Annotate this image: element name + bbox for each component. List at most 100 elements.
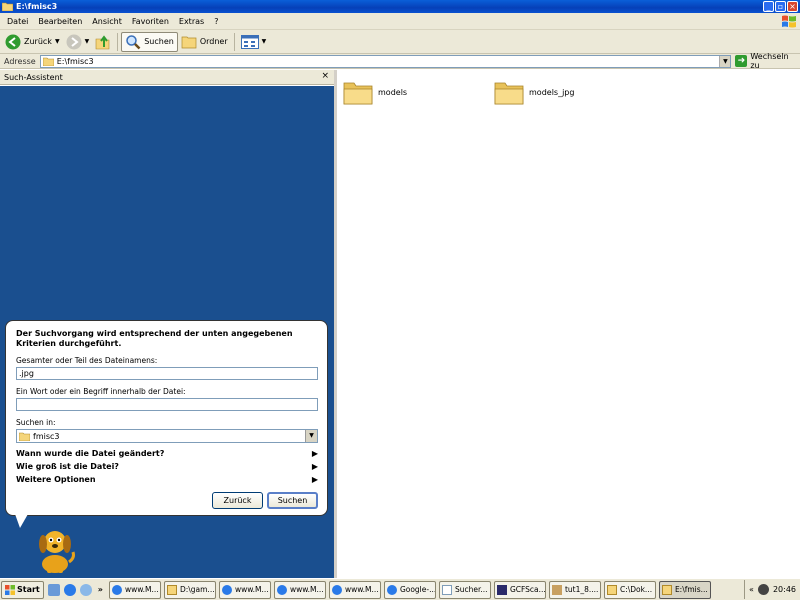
option-more[interactable]: Weitere Optionen ▶ bbox=[16, 475, 318, 485]
views-icon bbox=[240, 34, 259, 49]
file-name: models bbox=[378, 87, 408, 97]
ie-icon bbox=[111, 584, 122, 595]
expand-arrow-icon: ▶ bbox=[311, 462, 318, 471]
expand-arrow-icon: ▶ bbox=[311, 449, 318, 458]
menu-bearbeiten[interactable]: Bearbeiten bbox=[33, 13, 87, 30]
task-label: tut1_8.... bbox=[564, 585, 599, 594]
task-button[interactable]: Sucher... bbox=[438, 580, 491, 599]
chevron-down-icon[interactable]: ▼ bbox=[719, 55, 731, 67]
minimize-button[interactable]: _ bbox=[763, 1, 774, 12]
option-date-modified[interactable]: Wann wurde die Datei geändert? ▶ bbox=[16, 449, 318, 459]
search-balloon: Der Suchvorgang wird entsprechend der un… bbox=[5, 320, 328, 516]
folders-button[interactable]: Ordner bbox=[178, 32, 231, 52]
search-icon bbox=[126, 34, 141, 49]
back-arrow-icon bbox=[5, 34, 21, 49]
search-label: Suchen bbox=[144, 37, 174, 46]
title-bar[interactable]: E:\fmisc3 _ ▫ × bbox=[0, 0, 800, 13]
address-input[interactable]: E:\fmisc3 ▼ bbox=[39, 54, 732, 68]
menu-help[interactable]: ? bbox=[209, 13, 223, 30]
ie-icon bbox=[276, 584, 287, 595]
text-search-input[interactable] bbox=[16, 398, 318, 411]
folder-icon bbox=[606, 584, 617, 595]
task-button[interactable]: D:\gam... bbox=[163, 580, 216, 599]
tray-app-icon[interactable] bbox=[757, 584, 769, 595]
search-dog-icon[interactable] bbox=[33, 526, 77, 574]
folder-icon bbox=[343, 82, 373, 105]
forward-button[interactable]: ▼ bbox=[63, 32, 93, 52]
menu-ansicht[interactable]: Ansicht bbox=[87, 13, 127, 30]
menu-favoriten[interactable]: Favoriten bbox=[127, 13, 174, 30]
quick-launch-chevron[interactable]: » bbox=[98, 585, 103, 594]
up-folder-icon bbox=[95, 34, 110, 49]
list-item[interactable]: models bbox=[343, 79, 407, 105]
option-file-size[interactable]: Wie groß ist die Datei? ▶ bbox=[16, 462, 318, 472]
up-folder-button[interactable] bbox=[92, 32, 114, 52]
filename-input[interactable] bbox=[16, 367, 318, 380]
maximize-button[interactable]: ▫ bbox=[775, 1, 786, 12]
search-button[interactable]: Suchen bbox=[121, 31, 178, 52]
task-label: www.M... bbox=[234, 585, 269, 594]
start-search-button[interactable]: Suchen bbox=[267, 492, 318, 509]
taskbar: Start » www.M... D:\gam... www.M... www.… bbox=[0, 578, 800, 600]
address-value: E:\fmisc3 bbox=[56, 56, 94, 66]
toolbar: Zurück ▼ ▼ Suchen Ordner ▼ bbox=[0, 30, 800, 54]
folder-icon bbox=[661, 584, 672, 595]
toolbar-separator bbox=[117, 32, 119, 51]
search-pane-title: Such-Assistent bbox=[4, 72, 63, 82]
task-button[interactable]: www.M... bbox=[273, 580, 326, 599]
list-item[interactable]: models_jpg bbox=[494, 79, 574, 105]
task-label: www.M... bbox=[344, 585, 379, 594]
archive-icon bbox=[551, 584, 562, 595]
ie-icon[interactable] bbox=[63, 583, 76, 596]
close-icon[interactable]: × bbox=[321, 71, 329, 81]
look-in-select[interactable]: fmisc3 ▼ bbox=[16, 429, 318, 443]
system-tray: « 20:46 bbox=[744, 580, 800, 599]
task-label: C:\Dok... bbox=[619, 585, 653, 594]
go-button[interactable]: ➜ Wechseln zu bbox=[735, 52, 800, 70]
chevron-down-icon[interactable]: ▼ bbox=[55, 38, 60, 45]
task-button[interactable]: www.M... bbox=[108, 580, 161, 599]
views-button[interactable]: ▼ bbox=[238, 32, 270, 52]
folder-icon bbox=[181, 36, 197, 48]
go-label: Wechseln zu bbox=[750, 52, 789, 70]
task-button[interactable]: tut1_8.... bbox=[548, 580, 601, 599]
look-in-label: Suchen in: bbox=[16, 418, 56, 427]
back-button[interactable]: Zurück ▼ bbox=[2, 32, 63, 52]
look-in-value: fmisc3 bbox=[33, 431, 60, 441]
menu-datei[interactable]: Datei bbox=[2, 13, 33, 30]
task-button-active[interactable]: E:\fmis... bbox=[658, 580, 711, 599]
close-button[interactable]: × bbox=[787, 1, 798, 12]
back-label: Zurück bbox=[24, 37, 52, 46]
ie-icon bbox=[331, 584, 342, 595]
search-pane: Der Suchvorgang wird entsprechend der un… bbox=[0, 86, 334, 578]
task-button[interactable]: www.M... bbox=[218, 580, 271, 599]
option-label: Wie groß ist die Datei? bbox=[16, 462, 119, 471]
chevron-down-icon[interactable]: ▼ bbox=[305, 430, 317, 442]
show-desktop-icon[interactable] bbox=[47, 583, 60, 596]
back-search-button[interactable]: Zurück bbox=[212, 492, 263, 509]
filename-label: Gesamter oder Teil des Dateinamens: bbox=[16, 356, 158, 365]
task-label: GCFSca... bbox=[509, 585, 546, 594]
expand-arrow-icon: ▶ bbox=[311, 475, 318, 484]
folders-label: Ordner bbox=[199, 37, 228, 46]
task-button[interactable]: GCFSca... bbox=[493, 580, 546, 599]
chevron-down-icon[interactable]: ▼ bbox=[85, 38, 90, 45]
task-button[interactable]: C:\Dok... bbox=[603, 580, 656, 599]
app-icon bbox=[496, 584, 507, 595]
tray-chevron[interactable]: « bbox=[749, 585, 754, 594]
folder-icon bbox=[166, 584, 177, 595]
option-label: Weitere Optionen bbox=[16, 475, 96, 484]
start-label: Start bbox=[17, 585, 40, 594]
chevron-down-icon[interactable]: ▼ bbox=[262, 38, 267, 45]
task-label: D:\gam... bbox=[179, 585, 215, 594]
task-button[interactable]: Google-... bbox=[383, 580, 436, 599]
windows-logo-icon bbox=[5, 584, 15, 595]
menu-extras[interactable]: Extras bbox=[174, 13, 209, 30]
start-button[interactable]: Start bbox=[1, 580, 44, 599]
search-icon[interactable] bbox=[79, 583, 92, 596]
task-button[interactable]: www.M... bbox=[328, 580, 381, 599]
folder-icon bbox=[19, 432, 30, 441]
clock[interactable]: 20:46 bbox=[773, 585, 796, 594]
ie-icon bbox=[221, 584, 232, 595]
go-arrow-icon: ➜ bbox=[735, 55, 748, 67]
